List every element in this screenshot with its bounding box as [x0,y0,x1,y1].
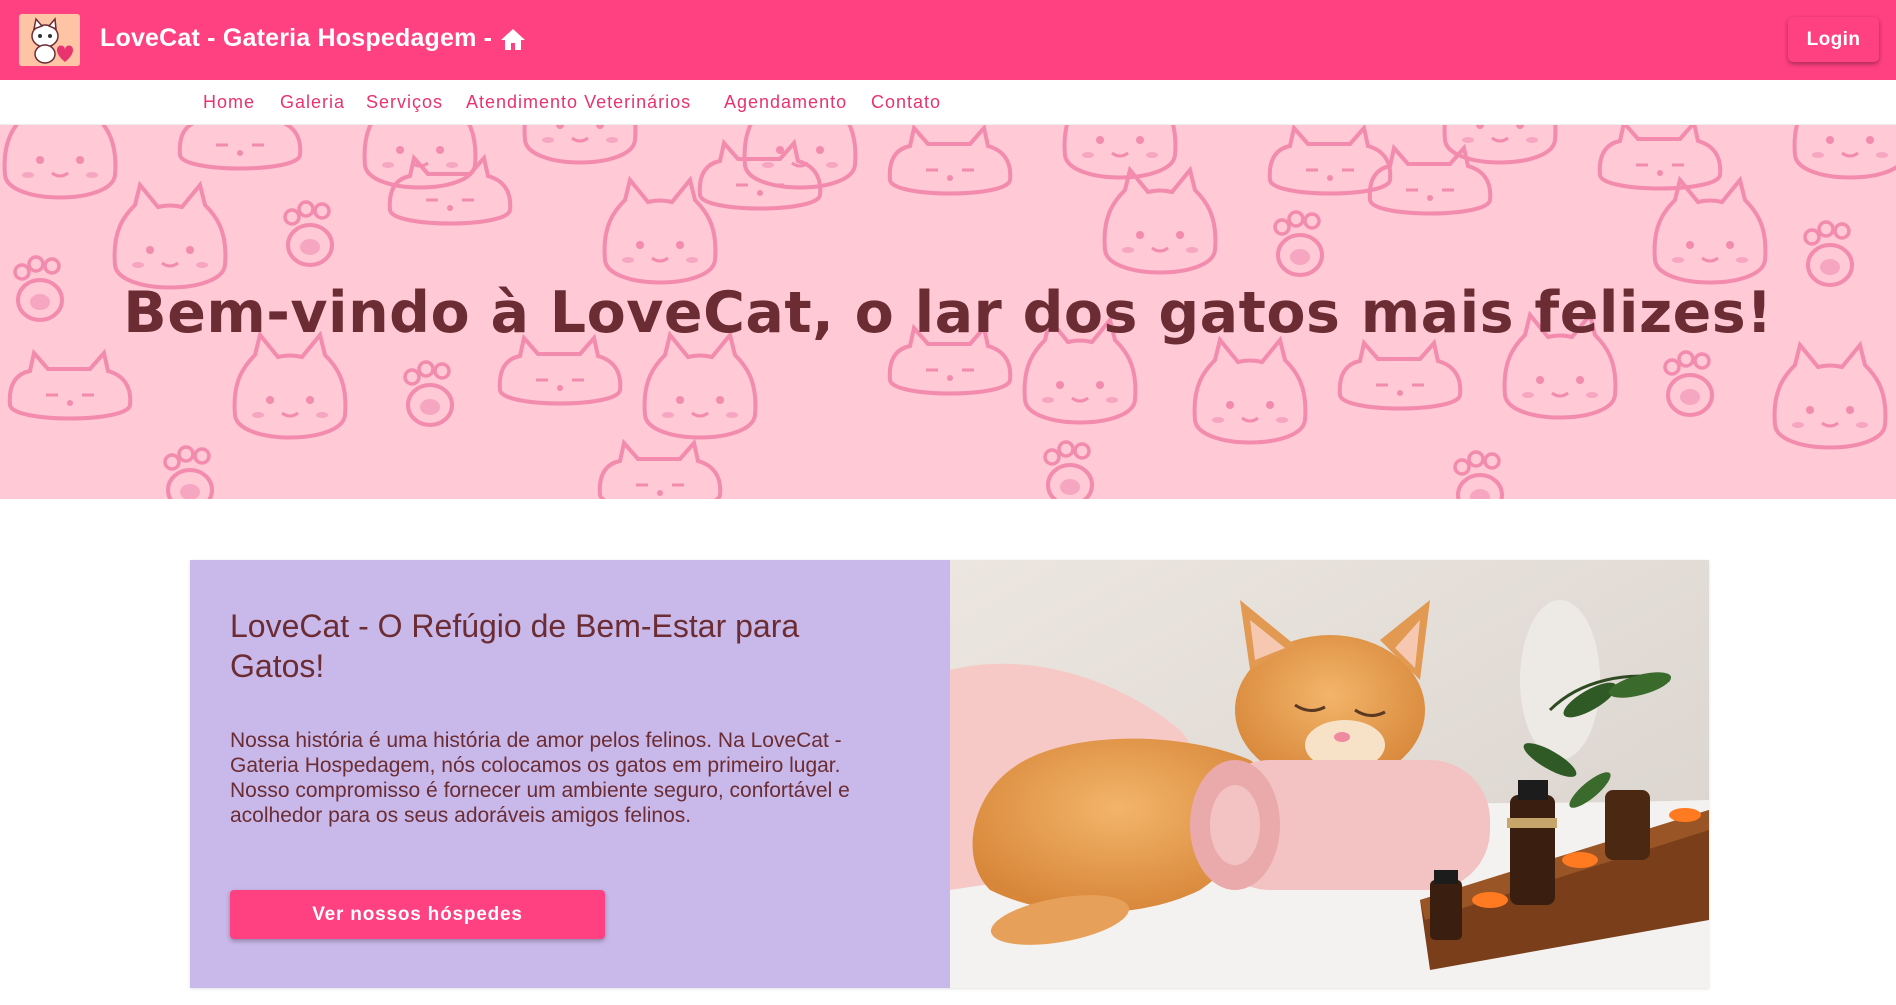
home-icon[interactable] [500,27,526,51]
main-nav: Home Galeria Serviços Atendimento Veteri… [0,80,1896,125]
hero-title: Bem-vindo à LoveCat, o lar dos gatos mai… [123,280,1773,346]
nav-item-servicos[interactable]: Serviços [366,92,443,113]
sleeping-cat-photo [950,560,1709,988]
logo-cat-icon[interactable] [19,14,80,66]
nav-item-agendamento[interactable]: Agendamento [724,92,847,113]
about-card: LoveCat - O Refúgio de Bem-Estar para Ga… [190,560,1709,988]
nav-item-galeria[interactable]: Galeria [280,92,345,113]
nav-item-home[interactable]: Home [203,92,255,113]
view-guests-button[interactable]: Ver nossos hóspedes [230,890,605,939]
about-text: Nossa história é uma história de amor pe… [230,729,850,827]
login-button[interactable]: Login [1788,17,1879,62]
about-title: LoveCat - O Refúgio de Bem-Estar para Ga… [230,608,800,684]
about-panel: LoveCat - O Refúgio de Bem-Estar para Ga… [190,560,950,988]
nav-item-contato[interactable]: Contato [871,92,941,113]
nav-item-atendimento-veterinarios[interactable]: Atendimento Veterinários [466,92,691,113]
hero-banner: Bem-vindo à LoveCat, o lar dos gatos mai… [0,125,1896,499]
app-header: LoveCat - Gateria Hospedagem - Login [0,0,1896,80]
app-title-text: LoveCat - Gateria Hospedagem - [100,24,493,52]
app-title[interactable]: LoveCat - Gateria Hospedagem - [100,24,526,53]
